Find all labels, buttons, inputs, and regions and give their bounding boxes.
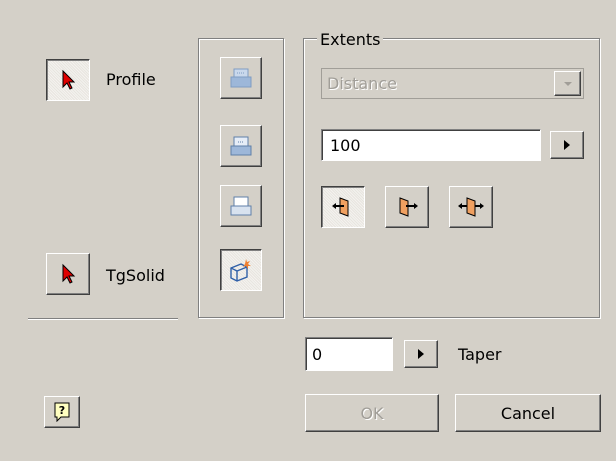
output-surface-button-1[interactable] — [220, 57, 262, 99]
output-solid-button[interactable] — [220, 249, 262, 291]
direction-arrow-right-icon — [399, 197, 418, 217]
extents-group-title: Extents — [317, 31, 384, 49]
tgsolid-select-button[interactable] — [46, 253, 90, 295]
extents-type-dropdown[interactable]: Distance — [321, 68, 584, 99]
arrow-pointer-icon — [62, 69, 76, 90]
direction-symmetric-button[interactable] — [449, 186, 493, 228]
taper-label: Taper — [458, 345, 502, 364]
output-surface-button-3[interactable] — [220, 185, 262, 227]
distance-flyout-button[interactable] — [550, 131, 584, 159]
taper-input[interactable]: 0 — [305, 337, 393, 371]
chevron-down-icon — [563, 81, 572, 86]
surface-icon — [230, 68, 252, 88]
direction-one-button[interactable] — [321, 186, 365, 228]
solid-body-icon — [230, 259, 251, 282]
cancel-label: Cancel — [500, 403, 556, 423]
help-button[interactable]: ? — [44, 396, 80, 428]
cancel-button[interactable]: Cancel — [455, 394, 601, 432]
output-surface-button-2[interactable] — [220, 125, 262, 167]
tgsolid-label: TgSolid — [106, 266, 165, 285]
svg-text:?: ? — [59, 404, 65, 417]
triangle-right-icon — [564, 140, 570, 150]
arrow-pointer-icon — [62, 263, 76, 284]
taper-flyout-button[interactable] — [404, 340, 438, 368]
surface-icon — [230, 196, 252, 216]
triangle-right-icon — [418, 349, 424, 359]
profile-label: Profile — [106, 70, 156, 89]
distance-value: 100 — [330, 136, 361, 155]
direction-symmetric-icon — [458, 197, 484, 217]
direction-arrow-left-icon — [332, 197, 349, 217]
help-question-icon: ? — [54, 402, 70, 422]
profile-select-button[interactable] — [46, 59, 90, 101]
ok-label: OK — [360, 403, 384, 423]
extents-type-value: Distance — [327, 74, 397, 93]
taper-value: 0 — [312, 345, 323, 364]
distance-input[interactable]: 100 — [321, 129, 541, 161]
ok-button[interactable]: OK — [305, 394, 439, 432]
dropdown-arrow-button[interactable] — [554, 71, 581, 96]
separator-line — [28, 318, 178, 320]
direction-two-button[interactable] — [385, 186, 429, 228]
surface-icon — [230, 136, 252, 156]
